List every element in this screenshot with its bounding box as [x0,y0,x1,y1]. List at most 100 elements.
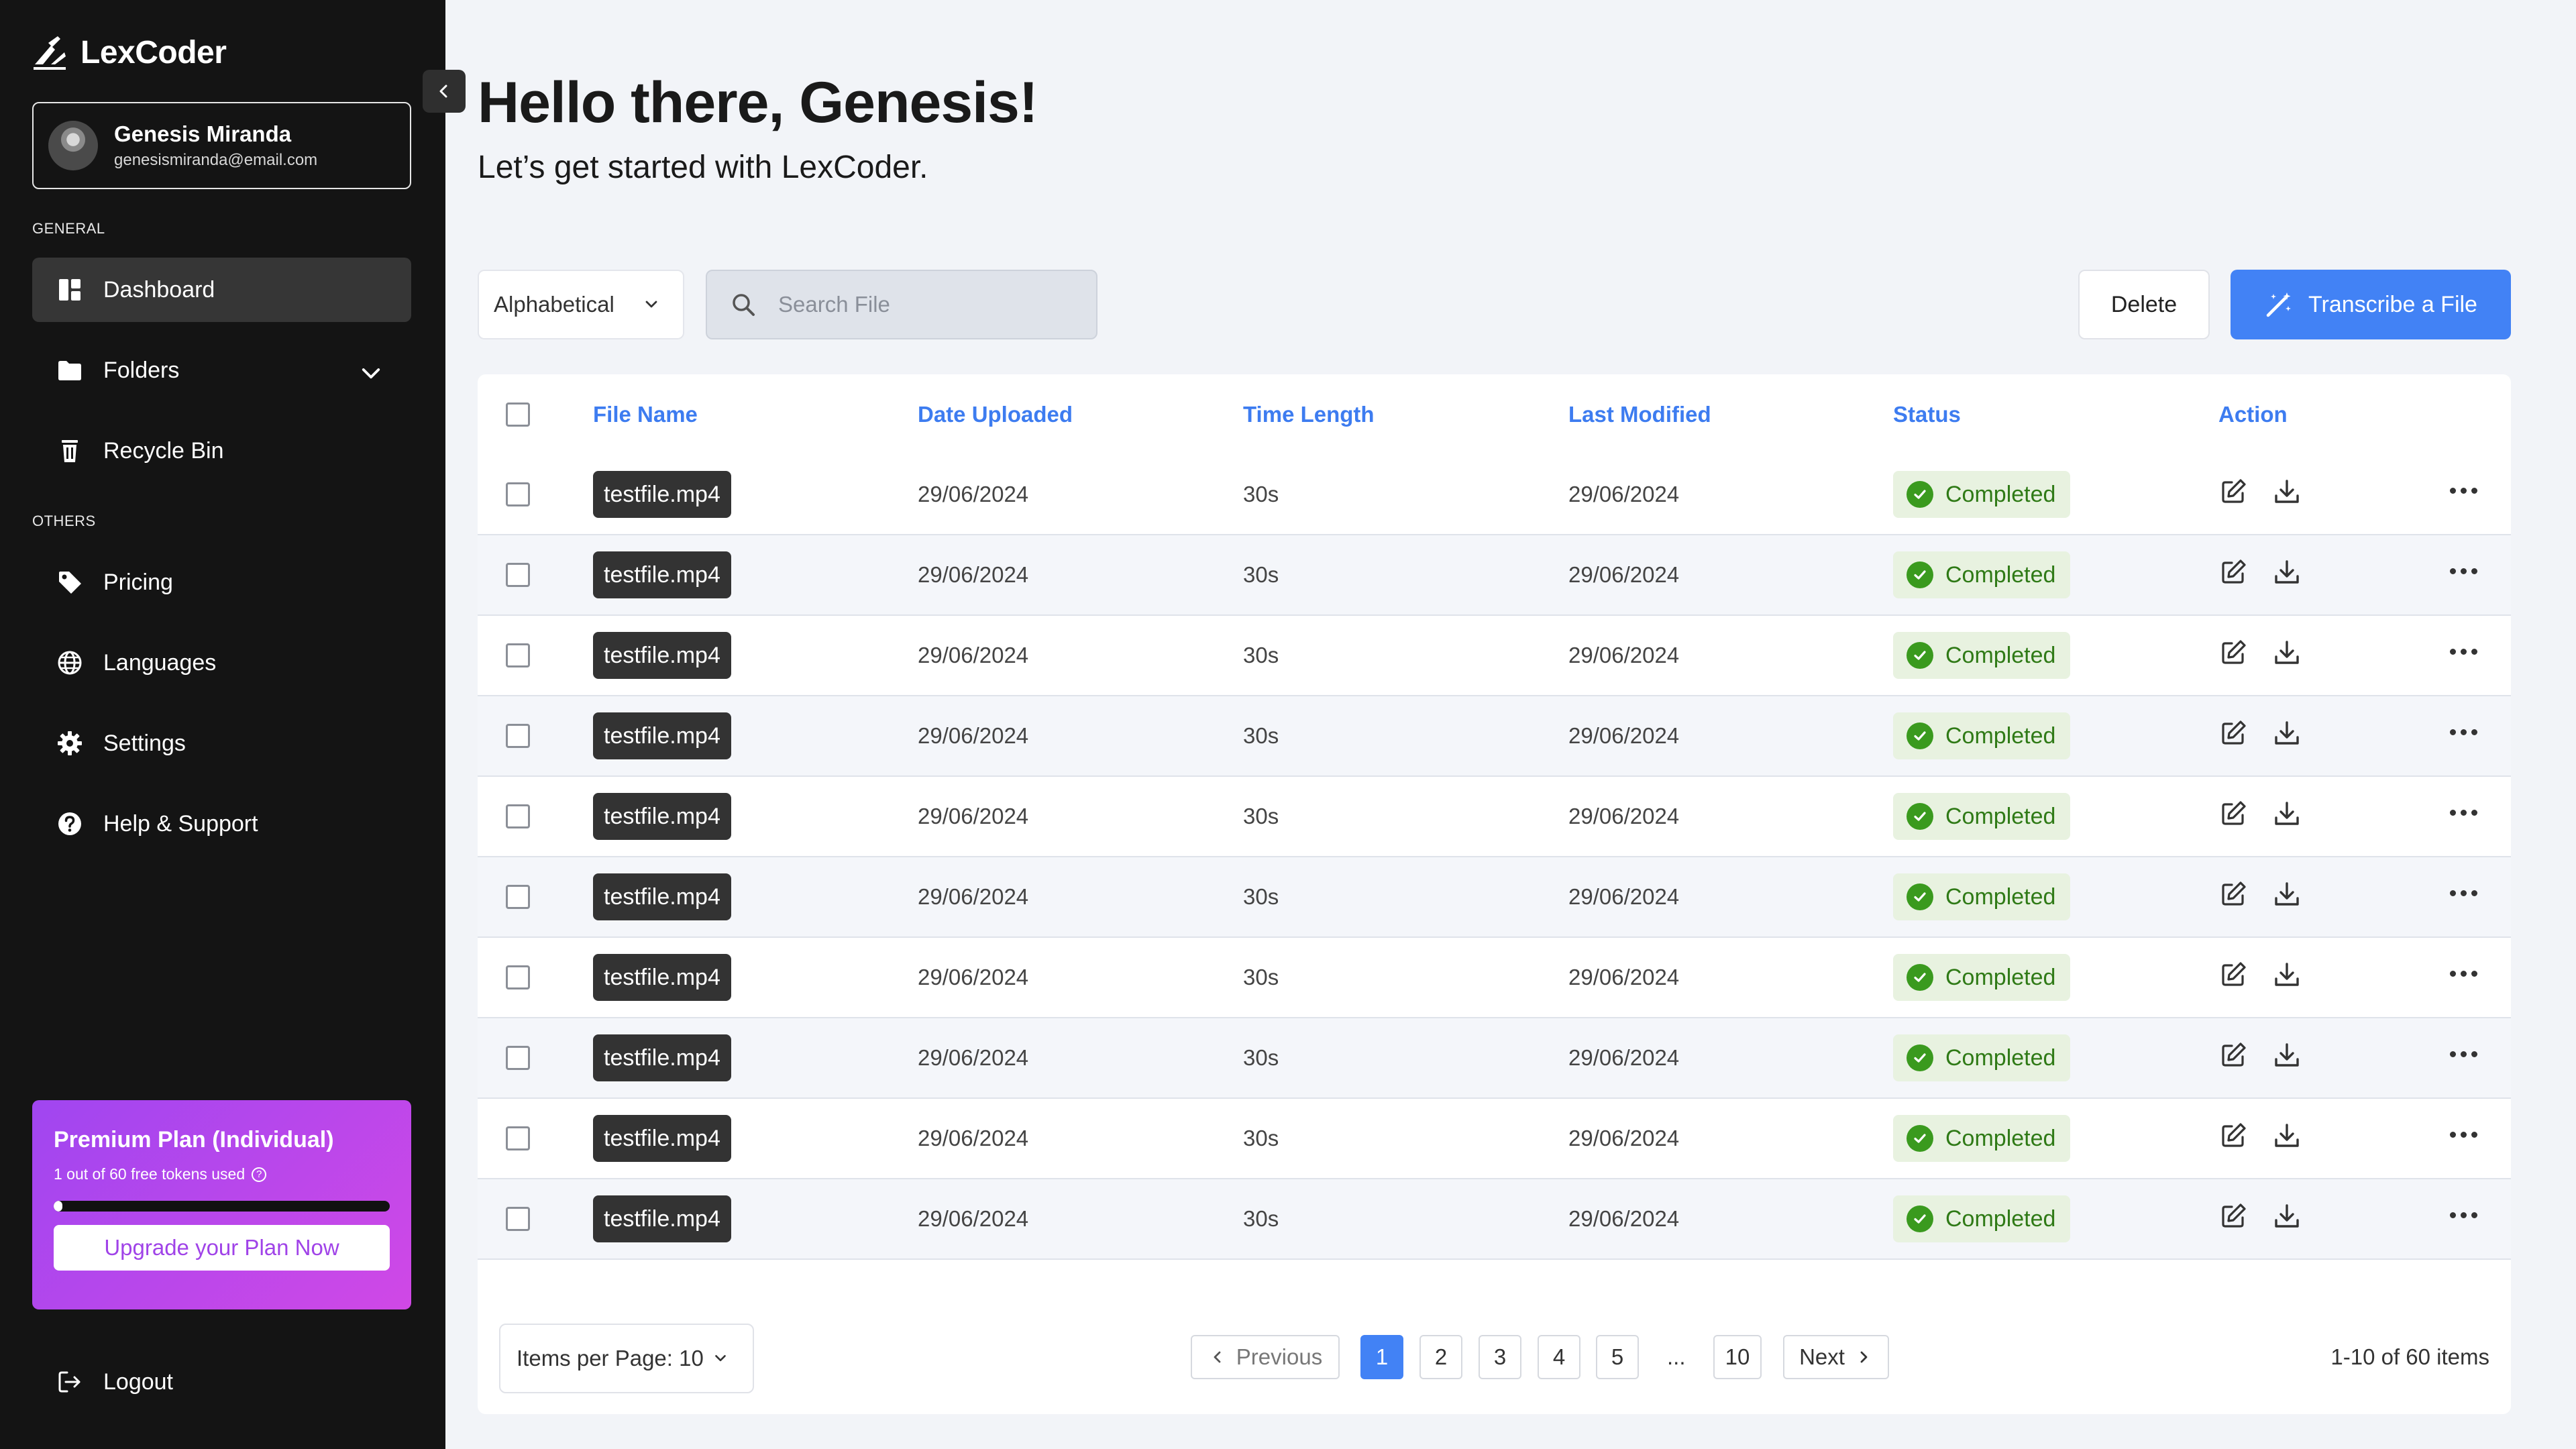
more-options-icon[interactable] [2450,649,2477,655]
table-row[interactable]: testfile.mp4 29/06/2024 30s 29/06/2024 Compl… [478,535,2511,616]
download-icon[interactable] [2272,718,2302,753]
info-icon[interactable]: ? [252,1167,267,1182]
sidebar-item-pricing[interactable]: Pricing [32,550,411,614]
download-icon[interactable] [2272,960,2302,995]
sort-dropdown[interactable]: Alphabetical [478,270,684,339]
sidebar-item-help-support[interactable]: Help & Support [32,792,411,856]
more-options-icon[interactable] [2450,488,2477,494]
page-button-5[interactable]: 5 [1596,1335,1639,1379]
time-length-cell: 30s [1243,965,1279,989]
upgrade-plan-button[interactable]: Upgrade your Plan Now [54,1225,390,1271]
column-header-date-uploaded[interactable]: Date Uploaded [918,374,1073,455]
page-button-1[interactable]: 1 [1360,1335,1403,1379]
more-options-icon[interactable] [2450,729,2477,735]
more-options-icon[interactable] [2450,971,2477,977]
file-name-chip[interactable]: testfile.mp4 [593,873,731,920]
status-label: Completed [1945,1044,2056,1071]
file-name-cell: testfile.mp4 [593,938,731,1017]
row-checkbox[interactable] [506,965,530,989]
download-icon[interactable] [2272,879,2302,914]
folder-icon [58,361,81,380]
edit-icon[interactable] [2218,718,2248,753]
row-checkbox[interactable] [506,724,530,748]
file-name-chip[interactable]: testfile.mp4 [593,1115,731,1162]
file-name-chip[interactable]: testfile.mp4 [593,712,731,759]
column-header-time-length[interactable]: Time Length [1243,374,1375,455]
row-checkbox[interactable] [506,643,530,667]
download-icon[interactable] [2272,477,2302,512]
more-options-icon[interactable] [2450,890,2477,896]
download-icon[interactable] [2272,557,2302,592]
table-row[interactable]: testfile.mp4 29/06/2024 30s 29/06/2024 Compl… [478,455,2511,535]
column-header-file-name[interactable]: File Name [593,374,698,455]
app-logo[interactable]: LexCoder [31,34,227,71]
delete-button[interactable]: Delete [2078,270,2210,339]
file-name-chip[interactable]: testfile.mp4 [593,954,731,1001]
table-row[interactable]: testfile.mp4 29/06/2024 30s 29/06/2024 Compl… [478,616,2511,696]
row-checkbox[interactable] [506,1207,530,1231]
next-page-button[interactable]: Next [1783,1335,1889,1379]
previous-page-button[interactable]: Previous [1191,1335,1340,1379]
edit-icon[interactable] [2218,477,2248,512]
status-cell: Completed [1893,1179,2071,1258]
more-options-icon[interactable] [2450,810,2477,816]
file-name-chip[interactable]: testfile.mp4 [593,471,731,518]
edit-icon[interactable] [2218,638,2248,673]
row-checkbox[interactable] [506,482,530,506]
row-checkbox[interactable] [506,885,530,909]
sidebar-item-languages[interactable]: Languages [32,631,411,695]
table-row[interactable]: testfile.mp4 29/06/2024 30s 29/06/2024 Compl… [478,938,2511,1018]
more-options-icon[interactable] [2450,1132,2477,1138]
row-checkbox[interactable] [506,1046,530,1070]
table-row[interactable]: testfile.mp4 29/06/2024 30s 29/06/2024 Compl… [478,1099,2511,1179]
sidebar-item-dashboard[interactable]: Dashboard [32,258,411,322]
user-profile-card[interactable]: Genesis Miranda genesismiranda@email.com [32,102,411,189]
collapse-sidebar-button[interactable] [423,70,466,113]
edit-icon[interactable] [2218,879,2248,914]
chevron-down-icon[interactable] [358,360,384,386]
sidebar-item-settings[interactable]: Settings [32,711,411,775]
more-options-icon[interactable] [2450,1051,2477,1057]
sidebar-item-recycle-bin[interactable]: Recycle Bin [32,419,411,483]
row-checkbox[interactable] [506,1126,530,1150]
select-all-checkbox[interactable] [506,402,530,427]
search-input[interactable] [777,291,1061,318]
column-header-last-modified[interactable]: Last Modified [1568,374,1711,455]
transcribe-file-button[interactable]: Transcribe a File [2231,270,2511,339]
edit-icon[interactable] [2218,557,2248,592]
column-header-status[interactable]: Status [1893,374,1961,455]
edit-icon[interactable] [2218,1201,2248,1236]
file-name-chip[interactable]: testfile.mp4 [593,1034,731,1081]
table-row[interactable]: testfile.mp4 29/06/2024 30s 29/06/2024 Compl… [478,696,2511,777]
table-row[interactable]: testfile.mp4 29/06/2024 30s 29/06/2024 Compl… [478,857,2511,938]
table-row[interactable]: testfile.mp4 29/06/2024 30s 29/06/2024 Compl… [478,1179,2511,1260]
download-icon[interactable] [2272,1040,2302,1075]
search-bar[interactable] [706,270,1097,339]
edit-icon[interactable] [2218,960,2248,995]
download-icon[interactable] [2272,799,2302,834]
logout-button[interactable]: Logout [56,1368,173,1395]
edit-icon[interactable] [2218,1121,2248,1156]
file-name-chip[interactable]: testfile.mp4 [593,793,731,840]
file-name-chip[interactable]: testfile.mp4 [593,632,731,679]
table-row[interactable]: testfile.mp4 29/06/2024 30s 29/06/2024 Compl… [478,777,2511,857]
page-button-4[interactable]: 4 [1538,1335,1580,1379]
file-name-chip[interactable]: testfile.mp4 [593,551,731,598]
row-checkbox[interactable] [506,563,530,587]
table-row[interactable]: testfile.mp4 29/06/2024 30s 29/06/2024 Compl… [478,1018,2511,1099]
edit-icon[interactable] [2218,799,2248,834]
download-icon[interactable] [2272,1201,2302,1236]
more-options-icon[interactable] [2450,1212,2477,1218]
edit-icon[interactable] [2218,1040,2248,1075]
download-icon[interactable] [2272,638,2302,673]
download-icon[interactable] [2272,1121,2302,1156]
time-length-cell: 30s [1243,804,1279,828]
sidebar-item-folders[interactable]: Folders [32,338,411,402]
page-button-2[interactable]: 2 [1419,1335,1462,1379]
file-name-chip[interactable]: testfile.mp4 [593,1195,731,1242]
page-button-3[interactable]: 3 [1479,1335,1521,1379]
items-per-page-select[interactable]: Items per Page: 10 [499,1324,754,1393]
page-button-10[interactable]: 10 [1713,1335,1762,1379]
row-checkbox[interactable] [506,804,530,828]
more-options-icon[interactable] [2450,568,2477,574]
